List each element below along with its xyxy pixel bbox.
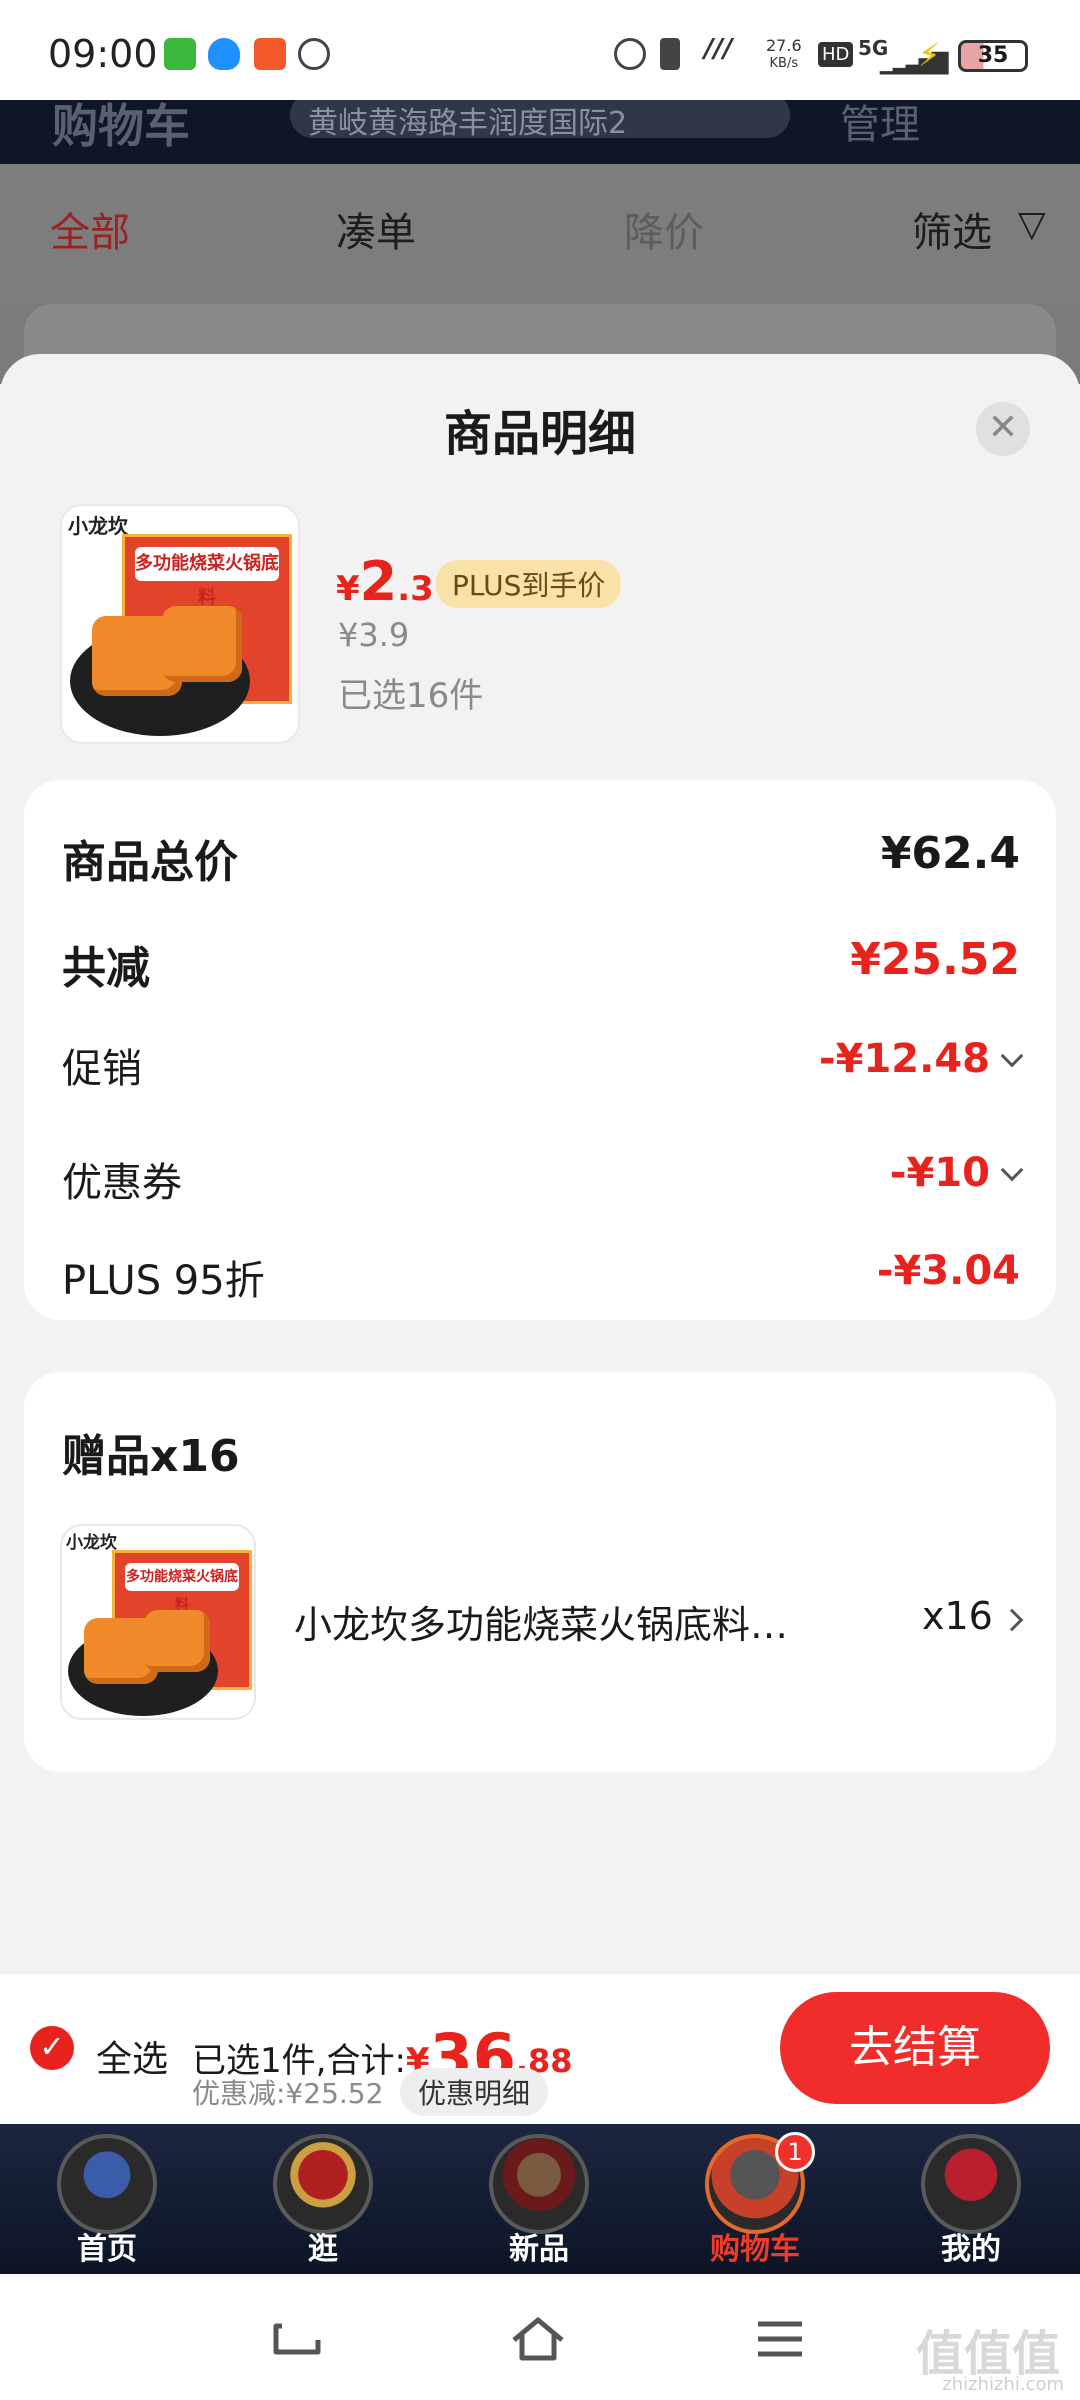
check-icon: ✓ (39, 2030, 65, 2065)
price-summary-card: 商品总价 ¥62.4 共减 ¥25.52 促销 -¥12.48 (24, 780, 1056, 1160)
gift-name: 小龙坎多功能烧菜火锅底料… (294, 1603, 789, 1647)
close-button[interactable]: ✕ (976, 402, 1030, 456)
nav-label: 购物车 (710, 2232, 800, 2267)
brand-logo: 小龙坎 (68, 514, 128, 538)
back-icon[interactable] (268, 2314, 328, 2364)
nav-new[interactable]: 新品 (464, 2124, 614, 2274)
alarm-status-icon (614, 38, 646, 70)
bottom-nav: 首页 逛 新品 1 购物车 我的 (0, 2124, 1080, 2274)
total-label: 商品总价 (62, 837, 238, 888)
nav-label: 首页 (77, 2232, 137, 2267)
charging-icon: ⚡ (918, 36, 941, 74)
nav-explore[interactable]: 逛 (248, 2124, 398, 2274)
sheet-title: 商品明细 (443, 406, 636, 462)
promo-label: 促销 (62, 1046, 142, 1092)
tab-price-drop[interactable]: 降价 (624, 200, 704, 258)
filter-icon: ▽ (1018, 204, 1046, 245)
coupon-label: 优惠券 (62, 1160, 182, 1206)
qq-icon (208, 38, 240, 70)
cart-tabs: 全部 凑单 降价 筛选 ▽ (0, 164, 1080, 304)
avatar-icon (921, 2134, 1021, 2234)
total-value: ¥62.4 (880, 828, 1020, 879)
cart-badge: 1 (775, 2132, 815, 2172)
hd-badge: HD (818, 42, 854, 67)
original-price: ¥3.9 (338, 616, 410, 654)
chevron-down-icon (1000, 1158, 1024, 1182)
reduce-value: ¥25.52 (850, 934, 1020, 985)
avatar-icon (273, 2134, 373, 2234)
coupon-row[interactable]: -¥10 (889, 1150, 1024, 1196)
promo-row[interactable]: -¥12.48 (819, 1036, 1024, 1082)
system-nav-bar: 值值值 zhizhizhi.com (0, 2274, 1080, 2400)
reduce-label: 共减 (62, 943, 150, 994)
nav-label: 新品 (509, 2232, 569, 2267)
nav-mine[interactable]: 我的 (896, 2124, 1046, 2274)
video-app-icon (164, 38, 196, 70)
signal-lines-icon: /// (704, 34, 733, 64)
checkout-bar: ✓ 全选 已选1件,合计:¥36.88 优惠减:¥25.52 优惠明细 去结算 (0, 1974, 1080, 2124)
plus-discount-value: -¥3.04 (876, 1248, 1020, 1294)
product-image[interactable]: 小龙坎 多功能烧菜火锅底料 (60, 504, 300, 744)
watermark-text: zhizhizhi.com (942, 2374, 1064, 2395)
price-summary-card-lower: 优惠券 -¥10 PLUS 95折 -¥3.04 (24, 1120, 1056, 1320)
select-all-checkbox[interactable]: ✓ (30, 2026, 74, 2070)
tab-combine[interactable]: 凑单 (336, 200, 416, 258)
battery-icon: 35 (958, 40, 1028, 72)
checkout-button[interactable]: 去结算 (780, 1992, 1050, 2104)
nav-label: 逛 (308, 2232, 338, 2267)
net-speed: 27.6 KB/s (766, 36, 802, 72)
discount-detail-button[interactable]: 优惠明细 (400, 2068, 549, 2116)
tab-all[interactable]: 全部 (50, 200, 130, 258)
hotpot-block-graphic (162, 606, 242, 682)
nav-cart[interactable]: 1 购物车 (680, 2124, 830, 2274)
cart-header: 购物车 黄岐黄海路丰润度国际2 管理 (0, 92, 1080, 164)
nav-label: 我的 (941, 2232, 1001, 2267)
manage-button[interactable]: 管理 (840, 92, 920, 150)
gift-card: 赠品x16 小龙坎 多功能烧菜火锅底料 小龙坎多功能烧菜火锅底料… x16 (24, 1372, 1056, 1772)
select-all-label[interactable]: 全选 (96, 2030, 168, 2082)
close-icon: ✕ (987, 407, 1019, 448)
gift-item-row[interactable]: 小龙坎多功能烧菜火锅底料… x16 (24, 1524, 1056, 1720)
avatar-icon (57, 2134, 157, 2234)
chevron-down-icon (1000, 1044, 1024, 1068)
product-detail-sheet: 商品明细 ✕ 小龙坎 多功能烧菜火锅底料 ¥2.3 PLUS到手价 ¥3.9 已… (0, 354, 1080, 1974)
avatar-icon (489, 2134, 589, 2234)
selected-count: 已选16件 (338, 676, 484, 716)
gift-title: 赠品x16 (62, 1431, 240, 1482)
home-icon[interactable] (508, 2314, 568, 2364)
product-price: ¥2.3 (336, 550, 434, 613)
status-time: 09:00 (48, 32, 158, 76)
tab-filter[interactable]: 筛选 (912, 200, 992, 258)
shopping-app-icon (254, 38, 286, 70)
plus-discount-label: PLUS 95折 (62, 1258, 265, 1304)
alarm-icon (298, 38, 330, 70)
vibrate-icon (660, 38, 680, 70)
nav-home[interactable]: 首页 (32, 2124, 182, 2274)
status-bar: 09:00 /// 27.6 KB/s HD 5G ▁▂▃▅▇ ⚡ 35 (0, 0, 1080, 100)
gift-qty: x16 (922, 1594, 993, 1638)
menu-icon[interactable] (750, 2314, 810, 2364)
chevron-right-icon (1000, 1608, 1024, 1632)
plus-price-badge: PLUS到手价 (436, 560, 622, 608)
coupon-value: -¥10 (889, 1150, 990, 1196)
promo-value: -¥12.48 (819, 1036, 990, 1082)
discount-text: 优惠减:¥25.52 (192, 2077, 384, 2110)
package-label: 多功能烧菜火锅底料 (135, 547, 279, 608)
